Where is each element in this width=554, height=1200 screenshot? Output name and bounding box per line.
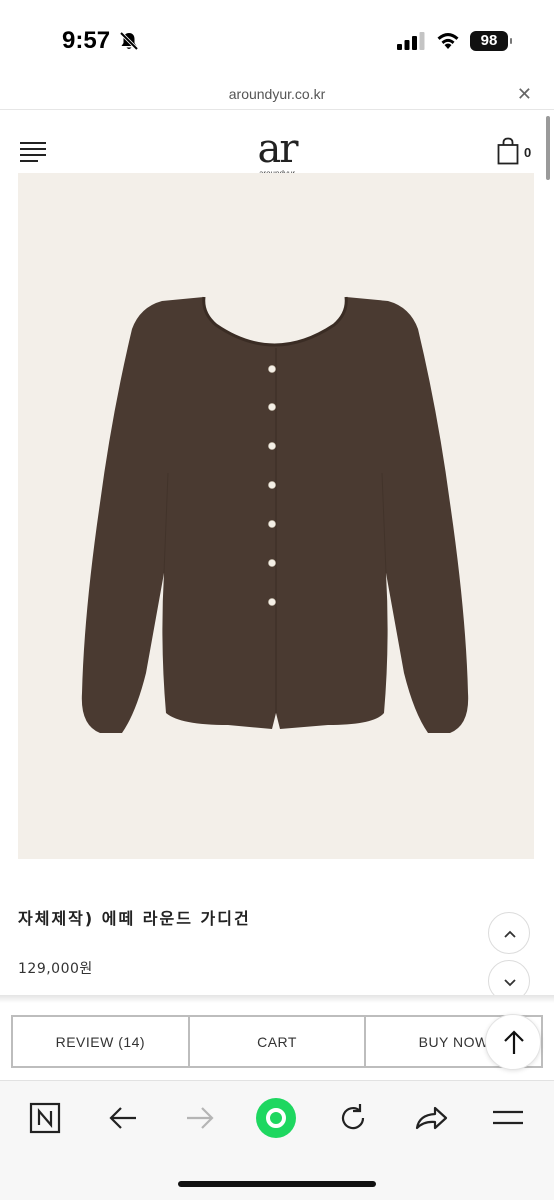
- status-bar: 9:57 98: [0, 0, 554, 80]
- chevron-down-icon: [504, 979, 516, 987]
- forward-icon[interactable]: [183, 1101, 223, 1141]
- site-logo[interactable]: ar aroundyur: [237, 126, 317, 178]
- scroll-up-button[interactable]: [488, 912, 530, 954]
- hamburger-menu-icon[interactable]: [20, 142, 46, 162]
- site-header: ar aroundyur 0: [0, 111, 554, 178]
- arrow-up-icon: [504, 1030, 524, 1054]
- share-icon[interactable]: [413, 1101, 453, 1141]
- cardigan-illustration: [81, 296, 469, 733]
- status-time: 9:57: [62, 27, 111, 54]
- battery-indicator: 98: [470, 31, 512, 51]
- cart-count[interactable]: 0: [524, 145, 531, 160]
- chevron-up-icon: [504, 930, 516, 938]
- cellular-signal-icon: [397, 32, 425, 50]
- wifi-icon: [437, 33, 459, 49]
- shopping-bag-icon[interactable]: [497, 137, 519, 165]
- logo-mark: ar: [257, 126, 299, 172]
- product-price: 129,000원: [18, 961, 93, 977]
- action-bar-shadow: [0, 995, 554, 1003]
- scroll-to-top-button[interactable]: [485, 1014, 541, 1070]
- bell-off-icon: [119, 31, 139, 51]
- product-image[interactable]: [18, 173, 534, 859]
- naver-icon[interactable]: [28, 1101, 68, 1141]
- cardigan-shape: [81, 297, 469, 733]
- reload-icon[interactable]: [336, 1101, 376, 1141]
- back-icon[interactable]: [106, 1101, 146, 1141]
- close-icon[interactable]: ✕: [517, 84, 532, 105]
- url-text[interactable]: aroundyur.co.kr: [0, 86, 554, 102]
- cart-button[interactable]: CART: [187, 1017, 365, 1066]
- menu-icon[interactable]: [491, 1101, 531, 1141]
- home-indicator: [178, 1181, 376, 1187]
- product-name: 자체제작) 에떼 라운드 가디건: [18, 909, 251, 928]
- action-bar: REVIEW (14) CART BUY NOW: [11, 1015, 543, 1068]
- home-circle-icon[interactable]: [255, 1097, 297, 1139]
- review-button[interactable]: REVIEW (14): [13, 1017, 188, 1066]
- url-bar[interactable]: aroundyur.co.kr ✕: [0, 80, 554, 110]
